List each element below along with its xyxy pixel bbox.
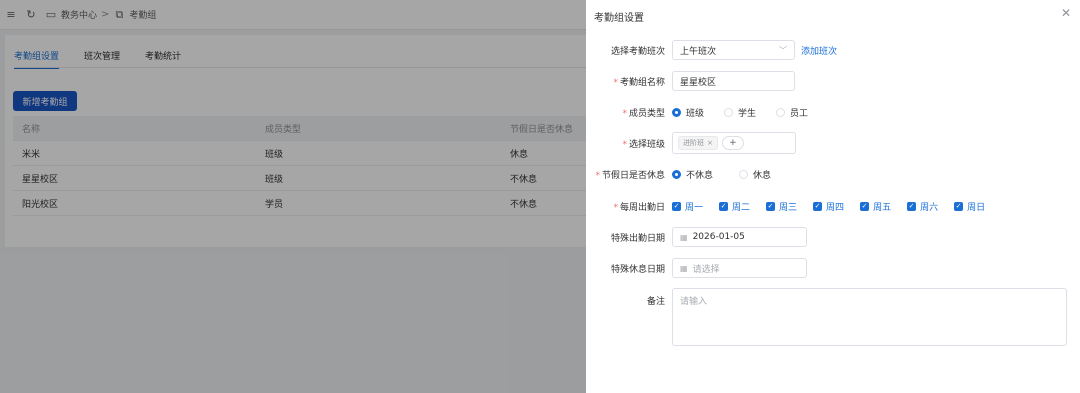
- add-shift-link[interactable]: 添加班次: [801, 44, 837, 57]
- remark-label: 备注: [646, 297, 665, 307]
- checkmark-icon: ✓: [766, 201, 776, 211]
- checkbox-thursday[interactable]: ✓ 周四: [813, 200, 844, 213]
- checkmark-icon: ✓: [860, 201, 870, 211]
- name-label: * 考勤组名称: [613, 77, 665, 88]
- class-label: * 选择班级: [622, 139, 665, 150]
- close-icon[interactable]: ✕: [1061, 6, 1071, 20]
- special-work-date-value: 2026-01-05: [692, 232, 745, 242]
- radio-rest-label: 休息: [753, 170, 772, 181]
- radio-no-rest-label: 不休息: [686, 170, 714, 181]
- checkbox-label: 周六: [920, 202, 939, 213]
- shift-label: 选择考勤班次: [610, 46, 665, 57]
- name-label-text: 考勤组名称: [619, 77, 665, 88]
- checkmark-icon: ✓: [672, 201, 681, 211]
- group-name-input[interactable]: 星星校区: [672, 71, 795, 91]
- checkbox-label: 周日: [967, 202, 986, 213]
- class-tag: 进阶班 ×: [678, 136, 718, 150]
- form-row-name: * 考勤组名称 星星校区: [586, 70, 795, 92]
- shift-select-value: 上午班次: [680, 46, 717, 57]
- form-row-remark: 备注 请输入: [586, 288, 1067, 348]
- radio-staff-label: 员工: [790, 108, 809, 119]
- special-rest-label: 特殊休息日期: [610, 264, 665, 275]
- radio-checked-icon: [672, 169, 681, 179]
- group-name-value: 星星校区: [680, 77, 717, 88]
- form-row-special-rest: 特殊休息日期 ▦ 请选择: [586, 257, 807, 279]
- add-class-button[interactable]: +: [721, 136, 744, 150]
- weekdays-checkbox-group: ✓ 周一 ✓ 周二 ✓ 周三 ✓ 周四 ✓ 周五 ✓ 周六 ✓ 周日: [672, 200, 985, 213]
- class-tag-input[interactable]: 进阶班 × +: [672, 132, 796, 154]
- radio-checked-icon: [672, 107, 681, 117]
- checkbox-label: 周四: [826, 202, 845, 213]
- radio-no-rest[interactable]: 不休息: [672, 168, 713, 181]
- radio-rest[interactable]: 休息: [739, 168, 771, 181]
- radio-staff[interactable]: 员工: [776, 106, 808, 119]
- class-tag-label: 进阶班: [683, 139, 704, 147]
- checkbox-label: 周一: [685, 202, 704, 213]
- checkbox-monday[interactable]: ✓ 周一: [672, 200, 703, 213]
- remark-textarea[interactable]: 请输入: [672, 288, 1067, 346]
- chevron-down-icon: ﹀: [779, 45, 787, 55]
- special-work-date-picker[interactable]: ▦ 2026-01-05: [672, 227, 807, 247]
- form-row-class: * 选择班级 进阶班 × +: [586, 132, 796, 154]
- tag-close-icon[interactable]: ×: [707, 139, 713, 147]
- class-label-text: 选择班级: [628, 139, 665, 150]
- radio-unchecked-icon: [776, 107, 786, 117]
- checkmark-icon: ✓: [813, 201, 823, 211]
- form-row-special-work: 特殊出勤日期 ▦ 2026-01-05: [586, 226, 807, 248]
- checkbox-saturday[interactable]: ✓ 周六: [907, 200, 938, 213]
- radio-unchecked-icon: [739, 169, 749, 179]
- checkmark-icon: ✓: [954, 201, 964, 211]
- calendar-icon: ▦: [680, 263, 688, 273]
- checkmark-icon: ✓: [907, 201, 917, 211]
- form-row-holiday: * 节假日是否休息 不休息 休息: [586, 163, 771, 185]
- member-type-radio-group: 班级 学生 员工: [672, 106, 808, 119]
- member-type-label-text: 成员类型: [628, 108, 665, 119]
- checkbox-tuesday[interactable]: ✓ 周二: [719, 200, 750, 213]
- weekdays-label: * 每周出勤日: [613, 202, 665, 213]
- checkbox-wednesday[interactable]: ✓ 周三: [766, 200, 797, 213]
- checkbox-label: 周三: [779, 202, 798, 213]
- shift-select[interactable]: 上午班次 ﹀: [672, 40, 795, 60]
- checkbox-sunday[interactable]: ✓ 周日: [954, 200, 985, 213]
- special-rest-placeholder: 请选择: [692, 264, 720, 275]
- weekdays-label-text: 每周出勤日: [619, 202, 665, 213]
- holiday-label: * 节假日是否休息: [595, 170, 665, 181]
- special-work-label: 特殊出勤日期: [610, 233, 665, 244]
- radio-class-label: 班级: [686, 108, 705, 119]
- form-row-shift: 选择考勤班次 上午班次 ﹀ 添加班次: [586, 39, 837, 61]
- member-type-label: * 成员类型: [622, 108, 665, 119]
- checkbox-friday[interactable]: ✓ 周五: [860, 200, 891, 213]
- radio-student[interactable]: 学生: [724, 106, 756, 119]
- checkmark-icon: ✓: [719, 201, 729, 211]
- special-rest-date-picker[interactable]: ▦ 请选择: [672, 258, 807, 278]
- radio-unchecked-icon: [724, 107, 734, 117]
- calendar-icon: ▦: [680, 232, 688, 242]
- form-row-member-type: * 成员类型 班级 学生 员工: [586, 101, 808, 123]
- checkbox-label: 周二: [732, 202, 751, 213]
- holiday-radio-group: 不休息 休息: [672, 168, 771, 181]
- checkbox-label: 周五: [873, 202, 892, 213]
- drawer-title: 考勤组设置: [594, 13, 644, 24]
- holiday-label-text: 节假日是否休息: [601, 170, 665, 181]
- radio-student-label: 学生: [738, 108, 757, 119]
- settings-drawer: 考勤组设置 ✕ 选择考勤班次 上午班次 ﹀ 添加班次 * 考勤组名称 星星校区 *…: [586, 0, 1080, 393]
- radio-class[interactable]: 班级: [672, 106, 704, 119]
- form-row-weekdays: * 每周出勤日 ✓ 周一 ✓ 周二 ✓ 周三 ✓ 周四 ✓ 周五 ✓ 周六 ✓ 周日: [586, 195, 985, 217]
